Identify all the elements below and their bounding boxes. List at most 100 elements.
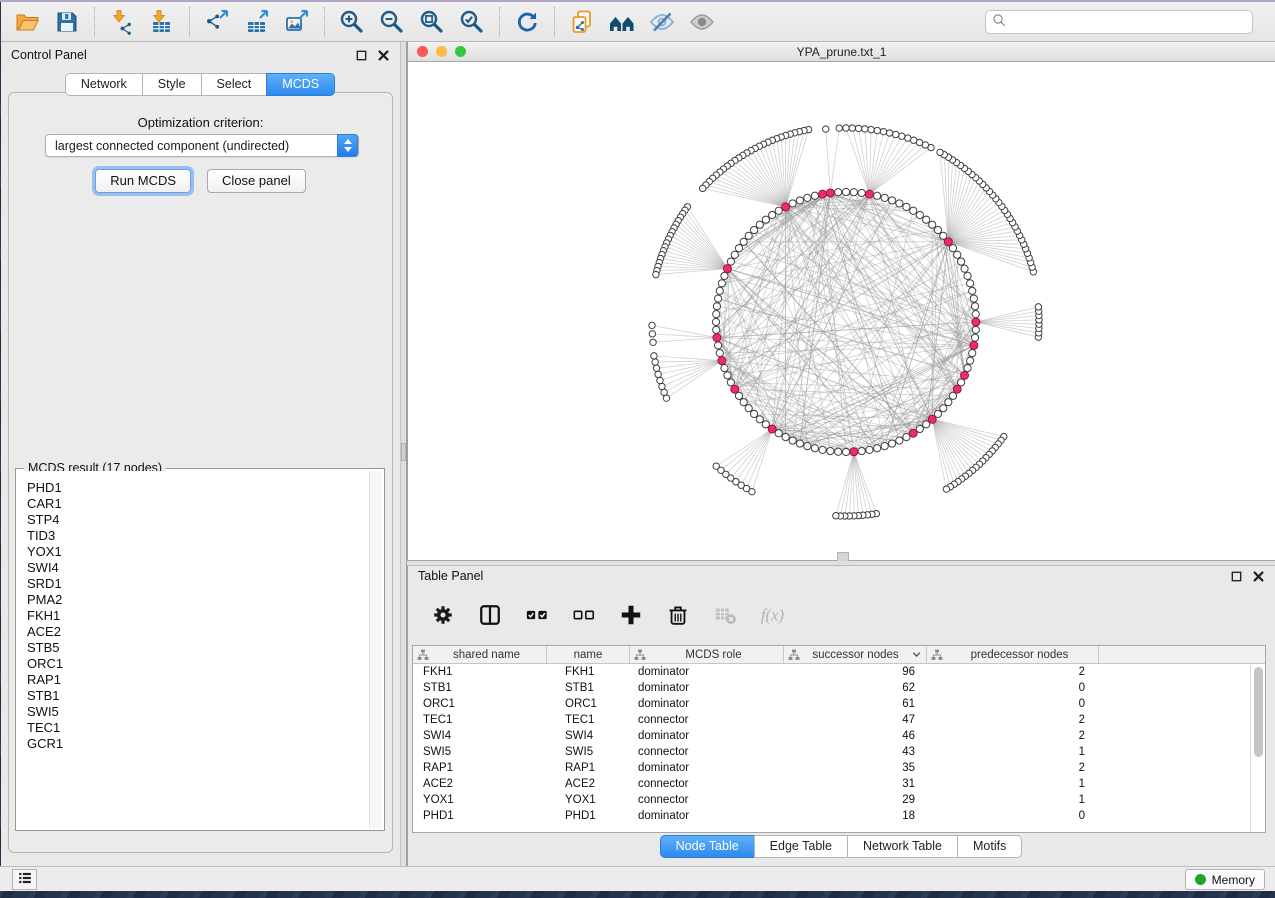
horizontal-splitter-handle[interactable]: [837, 552, 849, 561]
table-row[interactable]: RAP1RAP1dominator352: [413, 760, 1265, 776]
import-table-from-file-icon: [149, 9, 175, 35]
mcds-result-item[interactable]: FKH1: [27, 608, 382, 624]
column-header-MCDS-role[interactable]: MCDS role: [630, 646, 784, 663]
attribute-tree-icon: [788, 649, 800, 661]
zoom-fit-button[interactable]: [412, 5, 452, 39]
mcds-result-item[interactable]: SWI4: [27, 560, 382, 576]
mcds-result-item[interactable]: GCR1: [27, 736, 382, 752]
zoom-selected-button[interactable]: [452, 5, 492, 39]
search-box[interactable]: [985, 10, 1253, 34]
select-all-columns-button[interactable]: [520, 598, 554, 632]
table-row[interactable]: STB1STB1dominator620: [413, 680, 1265, 696]
search-input[interactable]: [1007, 12, 1246, 32]
copy-network-button[interactable]: [562, 5, 602, 39]
vertical-splitter[interactable]: [400, 42, 407, 866]
split-panel-button[interactable]: [473, 598, 507, 632]
table-row[interactable]: TEC1TEC1connector472: [413, 712, 1265, 728]
maximize-window-icon[interactable]: [455, 46, 466, 57]
unselect-all-columns-button[interactable]: [567, 598, 601, 632]
cell-name: PHD1: [547, 808, 630, 824]
column-header-predecessor-nodes[interactable]: predecessor nodes: [927, 646, 1099, 663]
open-session-button[interactable]: [7, 5, 47, 39]
table-panel-title: Table Panel: [418, 569, 483, 583]
mcds-result-item[interactable]: STB1: [27, 688, 382, 704]
cell-shared-name: ACE2: [413, 776, 547, 792]
export-network-button[interactable]: [197, 5, 237, 39]
table-row[interactable]: FKH1FKH1dominator962: [413, 664, 1265, 680]
toolbar-button-groups: [7, 2, 722, 41]
sort-chevron-icon[interactable]: [911, 649, 922, 660]
memory-label: Memory: [1212, 873, 1255, 887]
mcds-result-item[interactable]: ACE2: [27, 624, 382, 640]
optimization-criterion-select[interactable]: largest connected component (undirected): [45, 134, 359, 157]
memory-button[interactable]: Memory: [1185, 869, 1265, 890]
mcds-result-item[interactable]: RAP1: [27, 672, 382, 688]
table-row[interactable]: YOX1YOX1connector291: [413, 792, 1265, 808]
mcds-list-scrollbar[interactable]: [369, 471, 382, 828]
table-scrollbar-thumb[interactable]: [1254, 667, 1263, 757]
criterion-value: largest connected component (undirected): [55, 139, 289, 153]
add-column-button[interactable]: [614, 598, 648, 632]
show-all-button[interactable]: [682, 5, 722, 39]
mcds-result-item[interactable]: YOX1: [27, 544, 382, 560]
mcds-result-item[interactable]: ORC1: [27, 656, 382, 672]
float-panel-icon[interactable]: [1230, 570, 1243, 583]
tab-style[interactable]: Style: [142, 73, 202, 96]
table-row[interactable]: SWI4SWI4dominator462: [413, 728, 1265, 744]
tab-network[interactable]: Network: [65, 73, 143, 96]
mcds-result-item[interactable]: SRD1: [27, 576, 382, 592]
close-panel-button[interactable]: Close panel: [207, 169, 306, 193]
run-mcds-button[interactable]: Run MCDS: [95, 169, 191, 193]
cell-successor-nodes: 47: [784, 712, 927, 728]
close-panel-icon[interactable]: [1252, 570, 1265, 583]
task-history-button[interactable]: [12, 869, 37, 890]
hide-selected-button[interactable]: [642, 5, 682, 39]
import-network-from-file-button[interactable]: [102, 5, 142, 39]
column-header-successor-nodes[interactable]: successor nodes: [784, 646, 927, 663]
tab-node-table[interactable]: Node Table: [660, 835, 755, 858]
close-panel-icon[interactable]: [377, 49, 390, 62]
toolbar-separator: [499, 7, 500, 37]
zoom-in-button[interactable]: [332, 5, 372, 39]
float-panel-icon[interactable]: [355, 49, 368, 62]
mcds-result-item[interactable]: TID3: [27, 528, 382, 544]
mcds-result-item[interactable]: STB5: [27, 640, 382, 656]
column-header-name[interactable]: name: [547, 646, 630, 663]
close-window-icon[interactable]: [417, 46, 428, 57]
save-session-button[interactable]: [47, 5, 87, 39]
export-table-button[interactable]: [237, 5, 277, 39]
table-row[interactable]: ORC1ORC1dominator610: [413, 696, 1265, 712]
first-neighbors-button[interactable]: [602, 5, 642, 39]
mcds-result-item[interactable]: STP4: [27, 512, 382, 528]
cell-name: SWI4: [547, 728, 630, 744]
export-image-button[interactable]: [277, 5, 317, 39]
refresh-view-button[interactable]: [507, 5, 547, 39]
refresh-view-icon: [514, 9, 540, 35]
table-row[interactable]: ACE2ACE2connector311: [413, 776, 1265, 792]
mcds-result-list[interactable]: PHD1CAR1STP4TID3YOX1SWI4SRD1PMA2FKH1ACE2…: [18, 471, 382, 828]
minimize-window-icon[interactable]: [436, 46, 447, 57]
tab-select[interactable]: Select: [201, 73, 268, 96]
tab-mcds[interactable]: MCDS: [266, 73, 335, 96]
table-row[interactable]: SWI5SWI5connector431: [413, 744, 1265, 760]
mcds-result-item[interactable]: TEC1: [27, 720, 382, 736]
mcds-result-item[interactable]: SWI5: [27, 704, 382, 720]
tab-edge-table[interactable]: Edge Table: [754, 835, 848, 858]
network-window-titlebar[interactable]: YPA_prune.txt_1: [408, 42, 1275, 62]
tab-network-table[interactable]: Network Table: [847, 835, 958, 858]
table-row[interactable]: PHD1PHD1dominator180: [413, 808, 1265, 824]
table-scrollbar[interactable]: [1250, 665, 1265, 832]
table-body: FKH1FKH1dominator962STB1STB1dominator620…: [413, 664, 1265, 824]
delete-column-button[interactable]: [661, 598, 695, 632]
table-settings-button[interactable]: [426, 598, 460, 632]
zoom-out-button[interactable]: [372, 5, 412, 39]
mcds-result-item[interactable]: PHD1: [27, 480, 382, 496]
import-table-from-file-button[interactable]: [142, 5, 182, 39]
column-header-shared-name[interactable]: shared name: [413, 646, 547, 663]
delete-table-button: [708, 598, 742, 632]
mcds-result-item[interactable]: PMA2: [27, 592, 382, 608]
vertical-splitter-handle[interactable]: [401, 443, 406, 461]
tab-motifs[interactable]: Motifs: [957, 835, 1022, 858]
mcds-result-item[interactable]: CAR1: [27, 496, 382, 512]
network-canvas[interactable]: [408, 62, 1275, 560]
